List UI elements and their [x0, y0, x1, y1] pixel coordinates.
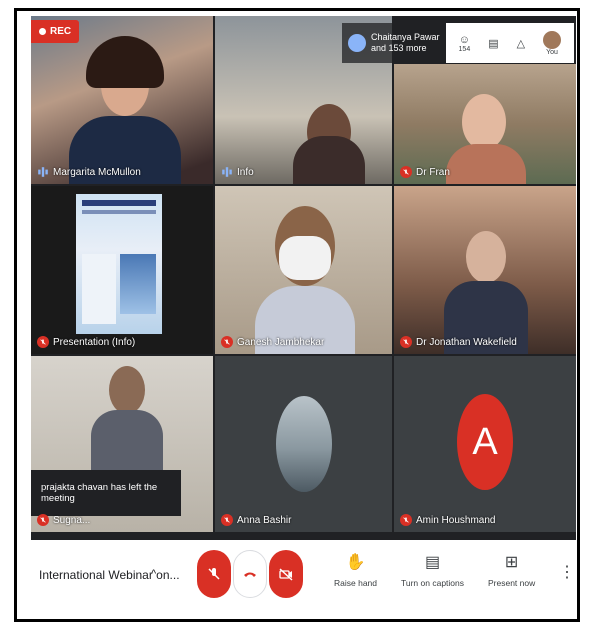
mic-off-icon [221, 514, 233, 526]
mic-off-icon [400, 514, 412, 526]
chevron-up-icon[interactable]: ^ [151, 568, 156, 580]
person-body [446, 144, 526, 184]
video-tile-presentation[interactable]: Presentation (Info) [31, 186, 213, 354]
slide-text-block [82, 254, 116, 324]
tile-name: Sugna... [37, 514, 90, 526]
captions-button[interactable]: ▤ Turn on captions [401, 552, 464, 588]
present-icon: ⊞ [504, 554, 519, 571]
tile-name: Info [221, 166, 254, 178]
mic-off-icon [400, 336, 412, 348]
presentation-slide [76, 194, 162, 334]
video-tile-jonathan[interactable]: Dr Jonathan Wakefield [394, 186, 576, 354]
tile-name: Dr Jonathan Wakefield [400, 336, 517, 348]
person-hair [86, 36, 164, 88]
tile-name: Presentation (Info) [37, 336, 135, 348]
mic-off-icon [208, 568, 220, 580]
camera-toggle-button[interactable] [269, 550, 303, 598]
tile-name: Margarita McMullon [37, 166, 141, 178]
raise-hand-button[interactable]: ✋ Raise hand [334, 552, 377, 588]
hang-up-icon [244, 572, 256, 577]
video-tile-dr-fran[interactable]: Dr Fran [394, 64, 576, 184]
person-face [109, 366, 145, 414]
meeting-title[interactable]: International Webinar on... [39, 568, 180, 582]
participants-name: Chaitanya Pawar [371, 32, 440, 42]
present-label: Present now [488, 578, 536, 588]
people-count: 154 [458, 45, 471, 53]
mic-off-icon [37, 336, 49, 348]
people-icon[interactable]: ☺ 154 [459, 34, 471, 53]
mic-off-icon [400, 166, 412, 178]
slide-image [120, 254, 156, 314]
self-view[interactable]: You [543, 30, 561, 56]
mic-off-icon [37, 514, 49, 526]
tile-name: Ganesh Jambhekar [221, 336, 324, 348]
left-meeting-toast: prajakta chavan has left the meeting [31, 470, 181, 516]
participants-more: and 153 more [371, 43, 427, 53]
avatar: A [457, 394, 513, 490]
meet-window: Margarita McMullon Info Dr Fran Presenta… [31, 16, 576, 608]
video-tile-anna[interactable]: Anna Bashir [215, 356, 392, 532]
you-label: You [546, 48, 558, 56]
leave-call-button[interactable] [233, 550, 267, 598]
chat-icon[interactable]: ▤ [488, 37, 498, 50]
participant-avatar [348, 34, 366, 52]
meeting-details-pill: ☺ 154 ▤ △ You [445, 23, 574, 63]
mic-off-icon [221, 336, 233, 348]
person-face [462, 94, 506, 150]
camera-off-icon [279, 568, 293, 581]
avatar [543, 30, 561, 49]
more-vert-icon: ⋮ [559, 564, 575, 581]
face-mask [279, 236, 331, 280]
activities-icon[interactable]: △ [517, 37, 525, 50]
slide-heading-bar [82, 210, 156, 214]
person-body [293, 136, 365, 184]
mic-toggle-button[interactable] [197, 550, 231, 598]
person-face [466, 231, 506, 283]
avatar [276, 396, 332, 492]
more-options-button[interactable]: ⋮ [559, 562, 575, 588]
video-tile-sugna[interactable]: prajakta chavan has left the meeting Sug… [31, 356, 213, 532]
speaking-icon [221, 166, 233, 178]
video-tile-amin[interactable]: A Amin Houshmand [394, 356, 576, 532]
captions-label: Turn on captions [401, 578, 464, 588]
tile-name: Amin Houshmand [400, 514, 495, 526]
recording-indicator: REC [31, 20, 80, 43]
tile-name: Anna Bashir [221, 514, 291, 526]
top-right-bar: Chaitanya Pawar and 153 more ☺ 154 ▤ △ Y… [342, 22, 574, 64]
slide-heading-bar [82, 200, 156, 206]
speaking-icon [37, 166, 49, 178]
captions-icon: ▤ [424, 554, 441, 571]
record-dot-icon [39, 28, 46, 35]
hand-icon: ✋ [345, 554, 366, 571]
present-now-button[interactable]: ⊞ Present now [488, 552, 535, 588]
bottom-control-bar: International Webinar on... ^ ✋ Raise ha… [31, 540, 576, 608]
participants-pill[interactable]: Chaitanya Pawar and 153 more [342, 23, 446, 63]
tile-name: Dr Fran [400, 166, 450, 178]
raise-hand-label: Raise hand [334, 578, 378, 588]
video-tile-ganesh[interactable]: Ganesh Jambhekar [215, 186, 392, 354]
